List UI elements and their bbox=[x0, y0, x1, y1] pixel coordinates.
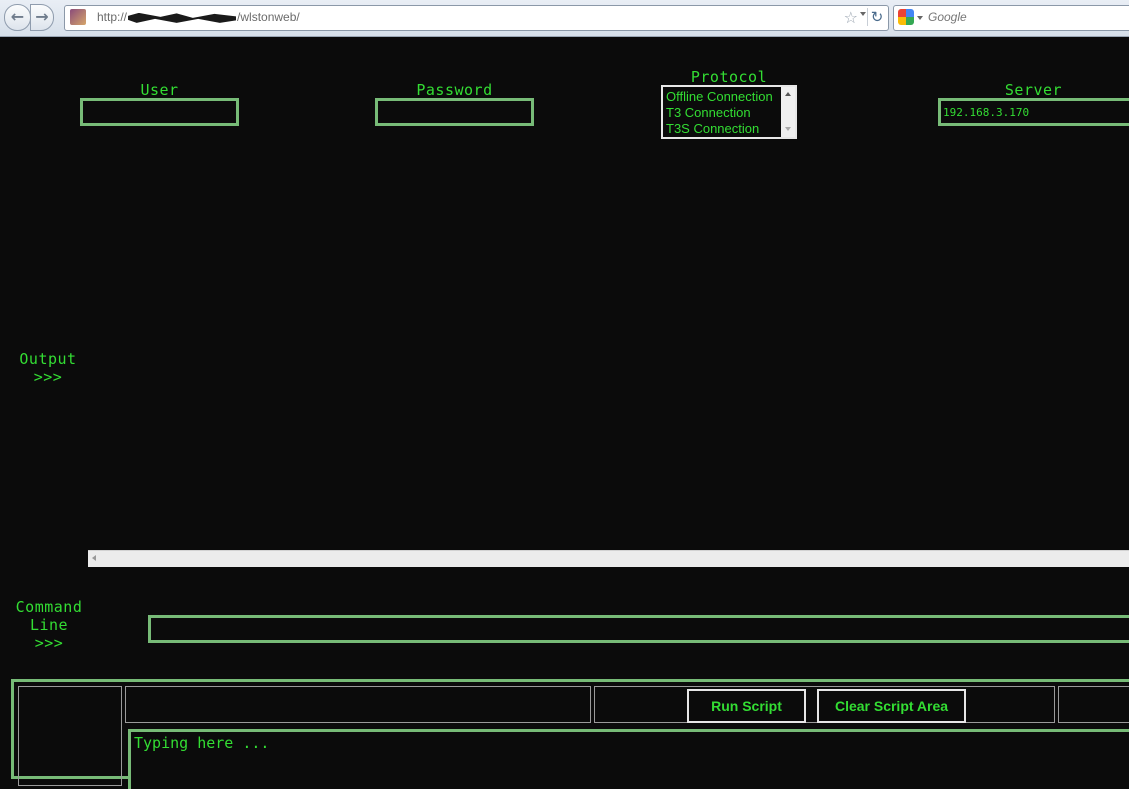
protocol-label: Protocol bbox=[690, 68, 768, 86]
command-label-line1: Command bbox=[15, 598, 83, 616]
script-panel: Run Script Clear Script Area bbox=[11, 679, 1129, 789]
output-horizontal-scrollbar[interactable] bbox=[88, 550, 1129, 567]
command-label-line2: Line bbox=[29, 616, 69, 634]
clear-script-area-button[interactable]: Clear Script Area bbox=[817, 689, 966, 723]
output-label-text: Output bbox=[19, 350, 77, 368]
user-input[interactable] bbox=[80, 98, 239, 126]
url-prefix: http:// bbox=[97, 10, 128, 24]
forward-arrow-icon[interactable]: → bbox=[30, 4, 54, 31]
script-editor[interactable] bbox=[128, 729, 1129, 789]
site-favicon-icon bbox=[70, 9, 86, 25]
search-input[interactable] bbox=[928, 9, 1118, 25]
script-side-cell bbox=[18, 686, 122, 786]
protocol-listbox[interactable]: Offline Connection T3 Connection T3S Con… bbox=[661, 85, 797, 139]
reload-icon[interactable]: ↻ bbox=[867, 8, 886, 26]
url-path: /wlstonweb/ bbox=[237, 10, 300, 24]
back-arrow-icon[interactable]: ← bbox=[4, 4, 31, 31]
password-label: Password bbox=[416, 81, 493, 99]
script-toolbar-cell bbox=[1058, 686, 1129, 723]
scroll-up-icon[interactable] bbox=[785, 92, 791, 96]
command-prompt: >>> bbox=[34, 634, 64, 652]
password-input[interactable] bbox=[375, 98, 534, 126]
user-label: User bbox=[140, 81, 179, 99]
output-prompt: >>> bbox=[33, 368, 63, 386]
redacted-host bbox=[128, 12, 237, 23]
run-script-button[interactable]: Run Script bbox=[687, 689, 806, 723]
protocol-option-t3s[interactable]: T3S Connection bbox=[666, 121, 759, 136]
browser-toolbar: ← → http:// /wlstonweb/ ☆ ↻ bbox=[0, 0, 1129, 37]
bookmark-star-icon[interactable]: ☆ bbox=[844, 8, 858, 27]
protocol-option-t3[interactable]: T3 Connection bbox=[666, 105, 751, 120]
protocol-option-offline[interactable]: Offline Connection bbox=[666, 89, 773, 104]
history-dropdown-icon[interactable] bbox=[860, 12, 866, 16]
search-engine-dropdown-icon[interactable] bbox=[917, 16, 923, 20]
command-line-input[interactable] bbox=[148, 615, 1129, 643]
script-toolbar-cell bbox=[125, 686, 591, 723]
protocol-scrollbar[interactable] bbox=[781, 87, 795, 137]
scroll-left-icon[interactable] bbox=[92, 555, 96, 561]
navigation-buttons: ← → bbox=[4, 4, 56, 31]
address-bar[interactable]: http:// /wlstonweb/ ☆ ↻ bbox=[64, 5, 889, 31]
scroll-down-icon[interactable] bbox=[785, 127, 791, 131]
server-label: Server bbox=[1004, 81, 1063, 99]
output-area bbox=[88, 150, 1129, 550]
command-line-label: Command Line >>> bbox=[8, 598, 90, 652]
google-search-engine-icon[interactable] bbox=[898, 9, 914, 25]
server-input[interactable] bbox=[938, 98, 1129, 126]
search-bar bbox=[893, 5, 1129, 31]
output-label: Output >>> bbox=[14, 350, 82, 386]
url-text[interactable]: http:// /wlstonweb/ bbox=[97, 10, 300, 24]
